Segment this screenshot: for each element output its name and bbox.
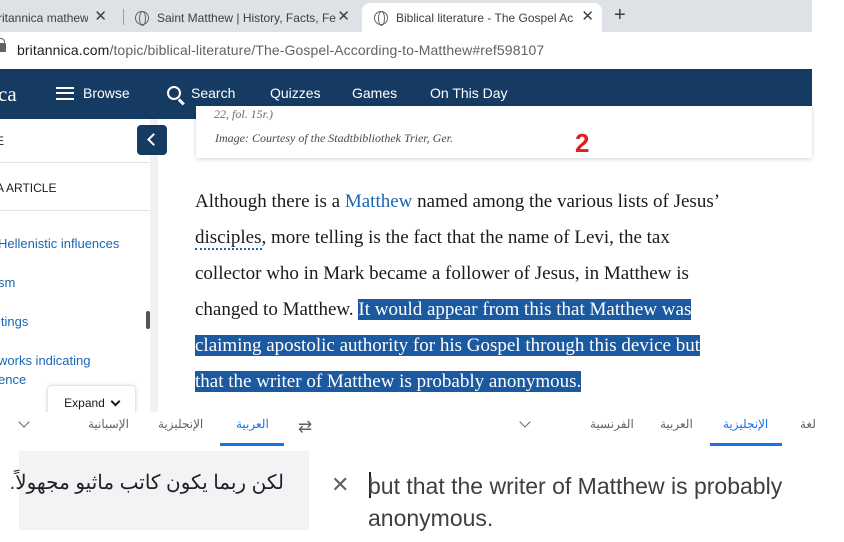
toc-item[interactable]: sm	[0, 273, 15, 292]
lock-icon[interactable]	[0, 38, 6, 52]
nav-search-label: Search	[191, 85, 236, 101]
swap-languages-icon[interactable]: ⇄	[298, 417, 312, 437]
url-path: /topic/biblical-literature/The-Gospel-Ac…	[109, 42, 545, 58]
text-run: Although there is a	[195, 191, 345, 212]
toc-item[interactable]: works indicating	[0, 351, 91, 370]
disciples-link[interactable]: disciples	[195, 227, 262, 250]
selected-text[interactable]: It would appear from this that Matthew w…	[358, 299, 692, 320]
tab-title: ritannica mathew	[0, 10, 88, 25]
paragraph-line: Although there is a Matthew named among …	[195, 184, 815, 220]
source-lang-french[interactable]: الفرنسية	[590, 417, 634, 431]
globe-icon	[374, 10, 388, 26]
caption-fragment: 22, fol. 15r.)	[214, 107, 274, 121]
nav-games[interactable]: Games	[352, 85, 397, 101]
tab-title: Biblical literature - The Gospel Ac	[396, 10, 574, 25]
paragraph-line: collector who in Mark became a follower …	[195, 263, 689, 284]
toc-heading: E	[0, 134, 5, 148]
tab-strip: ritannica mathew ✕ Saint Matthew | Histo…	[0, 0, 812, 32]
clear-input-icon[interactable]: ✕	[331, 472, 349, 498]
selected-text[interactable]: claiming apostolic authority for his Gos…	[195, 335, 700, 356]
source-lang-arabic[interactable]: العربية	[660, 417, 693, 431]
tab-separator	[123, 9, 124, 25]
text-run: named among the various lists of Jesus’	[412, 191, 721, 212]
close-icon[interactable]: ✕	[337, 9, 350, 25]
paragraph-line: that the writer of Matthew is probably a…	[195, 364, 815, 400]
active-lang-indicator	[220, 443, 284, 446]
url-text[interactable]: britannica.com/topic/biblical-literature…	[17, 42, 544, 58]
toc-item[interactable]: ence	[0, 370, 26, 389]
sidebar-scrollbar-track[interactable]	[150, 119, 158, 412]
sidebar-scrollbar-thumb[interactable]	[146, 311, 150, 329]
active-lang-indicator	[710, 443, 782, 446]
text-run: changed to Matthew.	[195, 299, 359, 320]
image-caption: Image: Courtesy of the Stadtbibliothek T…	[215, 131, 453, 145]
sidebar-collapse-button[interactable]	[137, 125, 167, 155]
close-icon[interactable]: ✕	[94, 9, 107, 25]
expand-label: Expand	[64, 396, 105, 410]
target-lang-arabic[interactable]: العربية	[236, 417, 269, 431]
nav-on-this-day-label: On This Day	[430, 85, 508, 101]
hamburger-icon	[56, 86, 74, 100]
url-host: britannica.com	[17, 42, 110, 58]
screen: ritannica mathew ✕ Saint Matthew | Histo…	[0, 0, 844, 542]
search-icon	[167, 86, 181, 100]
nav-quizzes-label: Quizzes	[270, 85, 321, 101]
paragraph-line: claiming apostolic authority for his Gos…	[195, 328, 815, 364]
target-lang-english[interactable]: الإنجليزية	[158, 417, 203, 431]
new-tab-icon[interactable]: +	[614, 4, 626, 27]
nav-browse-label: Browse	[83, 85, 130, 101]
source-text-input[interactable]: but that the writer of Matthew is probab…	[368, 470, 828, 534]
site-logo[interactable]: ca	[0, 82, 17, 107]
translation-output: لكن ربما يكون كاتب ماثيو مجهولاً.	[9, 472, 284, 494]
source-lang-english[interactable]: الإنجليزية	[723, 417, 768, 431]
paragraph-line: disciples, more telling is the fact that…	[195, 220, 815, 256]
address-bar[interactable]: britannica.com/topic/biblical-literature…	[0, 32, 812, 69]
toc-item[interactable]: Hellenistic influences	[0, 234, 119, 253]
tab-biblical-literature[interactable]: Biblical literature - The Gospel Ac ✕	[362, 3, 602, 32]
nav-search[interactable]: Search	[167, 85, 235, 101]
toc-divider	[0, 210, 150, 211]
nav-on-this-day[interactable]: On This Day	[430, 85, 508, 101]
source-lang-detect[interactable]: لغة	[800, 417, 816, 431]
globe-icon	[135, 10, 149, 26]
chevron-down-icon	[110, 396, 121, 406]
close-icon[interactable]: ✕	[581, 9, 594, 25]
target-lang-spanish[interactable]: الإسبانية	[88, 417, 129, 431]
toc-article-label: A ARTICLE	[0, 181, 57, 195]
nav-browse[interactable]: Browse	[56, 85, 130, 101]
nav-games-label: Games	[352, 85, 398, 101]
nav-quizzes[interactable]: Quizzes	[270, 85, 321, 101]
matthew-link[interactable]: Matthew	[345, 191, 413, 212]
tab-title: Saint Matthew | History, Facts, Fe	[157, 10, 336, 25]
toc-item[interactable]: itings	[0, 312, 28, 331]
selected-text[interactable]: that the writer of Matthew is probably a…	[195, 371, 582, 392]
annotation-number: 2	[575, 128, 590, 158]
tab-saint-matthew[interactable]: Saint Matthew | History, Facts, Fe ✕	[126, 3, 358, 32]
paragraph-line: changed to Matthew. It would appear from…	[195, 292, 815, 328]
tab-britannica-search[interactable]: ritannica mathew ✕	[0, 3, 115, 32]
text-run: , more telling is the fact that the name…	[261, 227, 670, 248]
toc-divider	[0, 162, 150, 163]
article-paragraph: Although there is a Matthew named among …	[195, 184, 815, 400]
